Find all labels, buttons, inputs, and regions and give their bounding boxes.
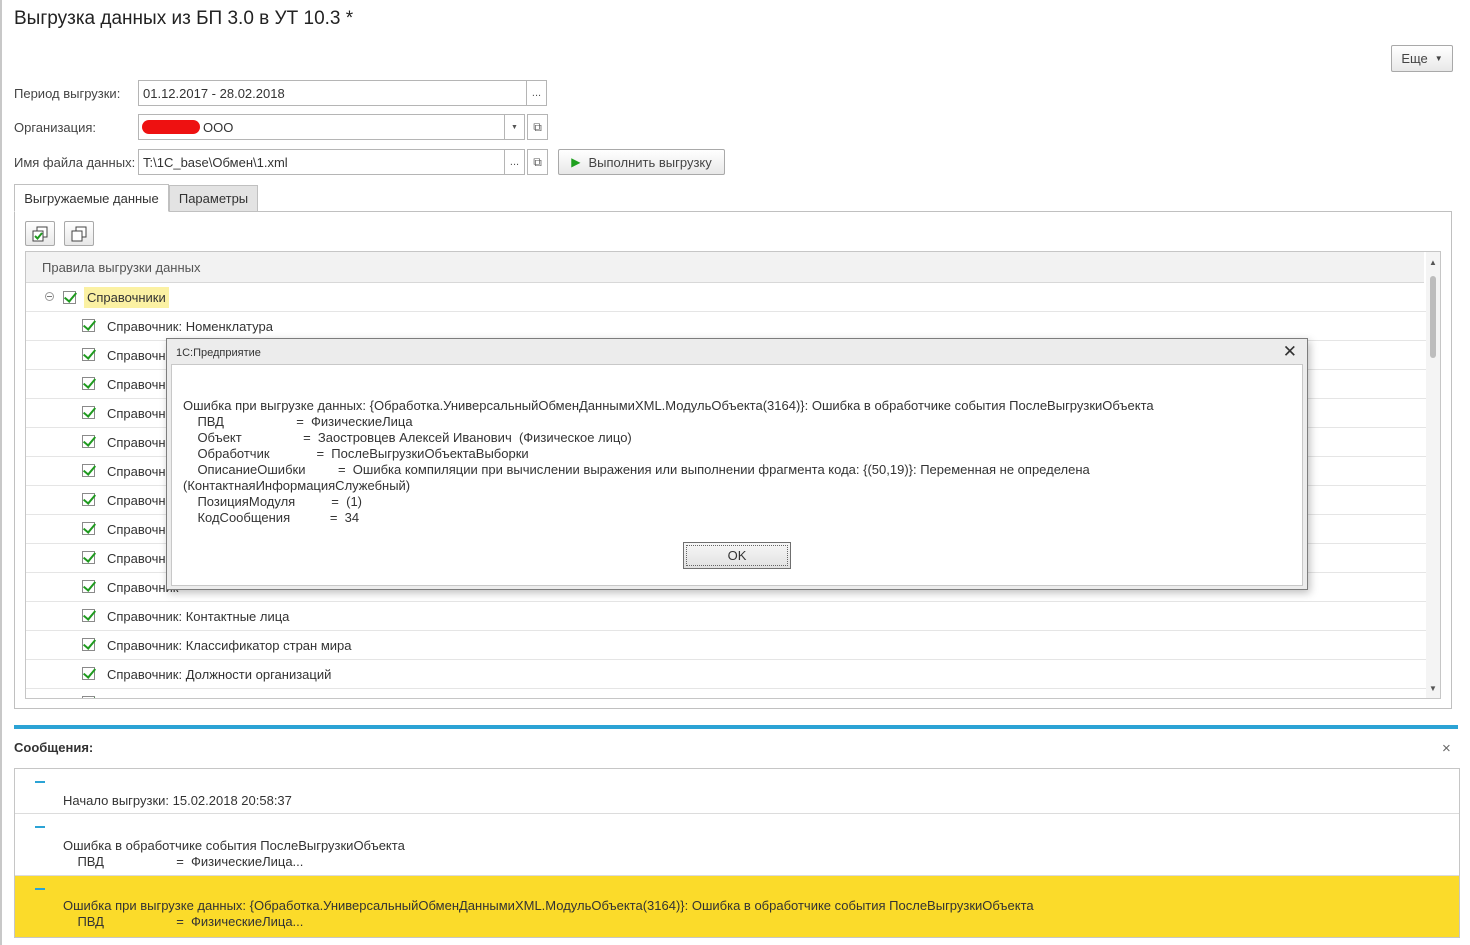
organization-open-button[interactable]: ⧉ [527, 114, 548, 140]
tree-root-label: Справочники [84, 287, 169, 308]
chevron-down-icon: ▼ [511, 123, 518, 131]
checkbox[interactable] [82, 638, 95, 651]
checkbox[interactable] [63, 291, 76, 304]
message-line: Ошибка при выгрузке данных: {Обработка.У… [63, 898, 1034, 913]
period-label: Период выгрузки: [14, 86, 121, 101]
open-window-icon: ⧉ [533, 119, 542, 134]
error-line: Ошибка при выгрузке данных: {Обработка.У… [183, 398, 1154, 413]
tab-parameters[interactable]: Параметры [169, 185, 258, 212]
checkbox[interactable] [82, 435, 95, 448]
checkbox[interactable] [82, 609, 95, 622]
ok-button[interactable]: OK [683, 542, 791, 569]
close-icon[interactable]: ✕ [1283, 342, 1297, 362]
message-item-highlighted[interactable]: Ошибка при выгрузке данных: {Обработка.У… [15, 876, 1459, 937]
tree-row-label: Справочник: Контактные лица [107, 609, 290, 624]
window-left-edge [0, 0, 2, 945]
close-icon[interactable]: × [1442, 740, 1451, 757]
message-line: ПВД = ФизическиеЛица... [63, 914, 304, 929]
scroll-down-icon[interactable]: ▼ [1426, 682, 1440, 694]
tree-header-label: Правила выгрузки данных [42, 260, 201, 275]
tree-row[interactable]: Справочник: Должности организаций [26, 660, 1426, 689]
tab-label: Параметры [178, 191, 249, 206]
file-input[interactable]: T:\1C_base\Обмен\1.xml [138, 149, 505, 175]
scroll-up-icon[interactable]: ▲ [1426, 256, 1440, 268]
message-item[interactable]: Ошибка в обработчике события ПослеВыгруз… [15, 814, 1459, 876]
checkbox[interactable] [82, 493, 95, 506]
tab-label: Выгружаемые данные [24, 190, 159, 206]
tree-row-label: Справочник: Классификатор стран мира [107, 638, 352, 653]
tab-exported-data[interactable]: Выгружаемые данные [14, 184, 169, 212]
checkbox[interactable] [82, 522, 95, 535]
file-label: Имя файла данных: [14, 155, 136, 170]
run-export-label: Выполнить выгрузку [588, 154, 712, 170]
ok-button-label: OK [727, 548, 747, 563]
organization-value: ООО [203, 120, 234, 135]
dash-icon [35, 826, 45, 828]
file-select-button[interactable]: ... [504, 149, 525, 175]
tree-row[interactable]: Справочник: Классификатор стран мира [26, 631, 1426, 660]
dash-icon [35, 888, 45, 890]
dialog-body: Ошибка при выгрузке данных: {Обработка.У… [171, 364, 1303, 586]
checkbox[interactable] [82, 696, 95, 698]
message-line: Ошибка в обработчике события ПослеВыгруз… [63, 838, 405, 853]
scroll-thumb[interactable] [1430, 276, 1436, 358]
checkbox[interactable] [82, 319, 95, 332]
tree-row-label: Справочник: Должности организаций [107, 667, 332, 682]
message-line: Начало выгрузки: 15.02.2018 20:58:37 [63, 793, 292, 808]
chevron-down-icon: ▼ [1434, 54, 1443, 63]
run-export-button[interactable]: ▶ Выполнить выгрузку [558, 149, 725, 175]
period-select-button[interactable]: ... [526, 80, 547, 106]
message-item[interactable]: Начало выгрузки: 15.02.2018 20:58:37 [15, 769, 1459, 814]
messages-divider [14, 725, 1458, 729]
tree-header: Правила выгрузки данных [26, 252, 1424, 283]
checkbox[interactable] [82, 667, 95, 680]
error-line: (КонтактнаяИнформацияСлужебный) [183, 478, 411, 493]
error-line: Обработчик = ПослеВыгрузкиОбъектаВыборки [183, 446, 529, 461]
dialog-title: 1С:Предприятие [176, 347, 261, 359]
tree-row-label: Справочник: Номенклатура [107, 319, 273, 334]
more-button[interactable]: Еще ▼ [1391, 45, 1453, 72]
file-open-button[interactable]: ⧉ [527, 149, 548, 175]
uncheck-all-icon [71, 226, 87, 241]
error-line: ПВД = ФизическиеЛица [183, 414, 413, 429]
error-line: Объект = Заостровцев Алексей Иванович (Ф… [183, 430, 632, 445]
error-line: ОписаниеОшибки = Ошибка компиляции при в… [183, 462, 1090, 477]
dash-icon [35, 781, 45, 783]
collapse-icon[interactable] [45, 292, 54, 301]
checkbox[interactable] [82, 348, 95, 361]
checkbox[interactable] [82, 580, 95, 593]
page-title: Выгрузка данных из БП 3.0 в УТ 10.3 * [14, 8, 354, 29]
ellipsis-icon: ... [509, 156, 520, 168]
checkbox[interactable] [82, 551, 95, 564]
more-button-label: Еще [1401, 51, 1428, 66]
organization-dropdown-button[interactable]: ▼ [504, 114, 525, 140]
tree-scrollbar[interactable]: ▲ ▼ [1426, 252, 1440, 698]
period-value: 01.12.2017 - 28.02.2018 [143, 86, 285, 101]
messages-list: Начало выгрузки: 15.02.2018 20:58:37 Оши… [14, 768, 1460, 938]
tree-row[interactable]: Справочник: Контактные лица [26, 602, 1426, 631]
checkbox[interactable] [82, 464, 95, 477]
checkbox[interactable] [82, 377, 95, 390]
error-line: ПозицияМодуля = (1) [183, 494, 363, 509]
tree-row[interactable]: Справочник: Номенклатура [26, 312, 1426, 341]
play-icon: ▶ [571, 155, 581, 169]
tree-row-partial[interactable] [26, 689, 1426, 698]
error-line: КодСообщения = 34 [183, 510, 360, 525]
error-dialog: 1С:Предприятие ✕ Ошибка при выгрузке дан… [166, 338, 1308, 590]
ellipsis-icon: ... [531, 87, 542, 99]
organization-label: Организация: [14, 120, 97, 135]
check-all-icon [32, 226, 48, 241]
file-value: T:\1C_base\Обмен\1.xml [143, 155, 288, 170]
tree-root-row[interactable]: Справочники [26, 283, 1426, 312]
redacted-mark [142, 120, 200, 134]
message-line: ПВД = ФизическиеЛица... [63, 854, 304, 869]
messages-title: Сообщения: [14, 740, 94, 755]
checkbox[interactable] [82, 406, 95, 419]
open-window-icon: ⧉ [533, 154, 542, 169]
period-input[interactable]: 01.12.2017 - 28.02.2018 [138, 80, 527, 106]
organization-input[interactable]: ООО [138, 114, 505, 140]
uncheck-all-button[interactable] [64, 221, 94, 246]
check-all-button[interactable] [25, 221, 55, 246]
